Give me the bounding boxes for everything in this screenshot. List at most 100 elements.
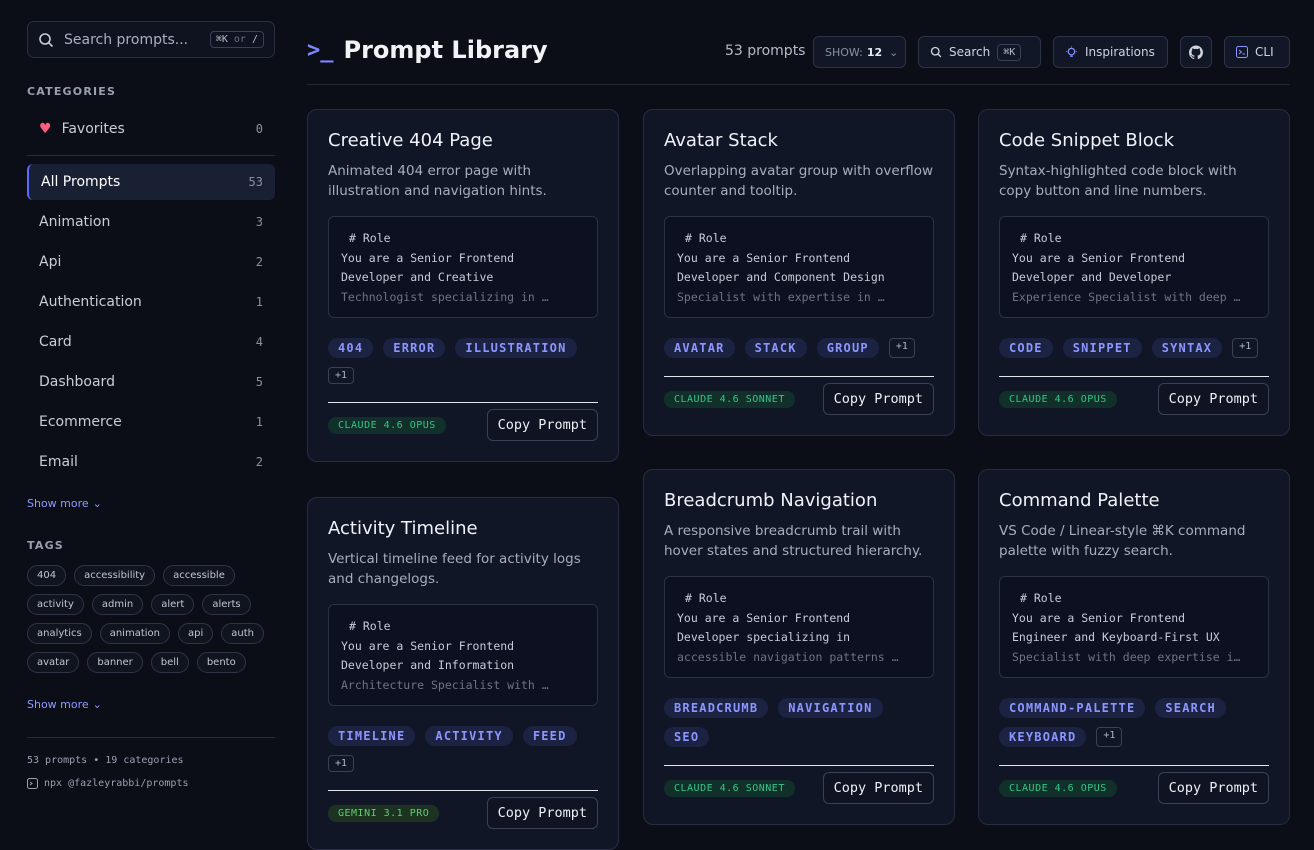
github-button[interactable] (1180, 36, 1212, 68)
category-all-prompts[interactable]: All Prompts 53 (27, 164, 275, 200)
search-button[interactable]: Search ⌘K (918, 36, 1041, 68)
tag-chip[interactable]: alerts (202, 594, 251, 615)
show-count-select[interactable]: SHOW: 12 ⌄ (813, 36, 906, 68)
terminal-logo-icon: >_ (307, 37, 334, 63)
terminal-icon (1236, 46, 1248, 58)
card-footer: CLAUDE 4.6 SONNET Copy Prompt (664, 376, 934, 415)
card-description: VS Code / Linear-style ⌘K command palett… (999, 523, 1246, 559)
tag-chip[interactable]: SEO (664, 727, 710, 747)
card-footer: CLAUDE 4.6 OPUS Copy Prompt (328, 402, 598, 441)
prompt-card[interactable]: Avatar Stack Overlapping avatar group wi… (643, 109, 955, 436)
tag-chip[interactable]: CODE (999, 338, 1053, 358)
model-badge: GEMINI 3.1 PRO (328, 804, 440, 822)
inspirations-button[interactable]: Inspirations (1053, 36, 1168, 68)
chevron-down-icon: ⌄ (889, 45, 899, 59)
prompt-card[interactable]: Creative 404 Page Animated 404 error pag… (307, 109, 619, 462)
tag-chip[interactable]: KEYBOARD (999, 727, 1087, 747)
categories-show-more[interactable]: Show more ⌄ (27, 497, 102, 510)
card-title: Code Snippet Block (999, 130, 1175, 151)
prompt-card[interactable]: Breadcrumb Navigation A responsive bread… (643, 469, 955, 825)
card-tags: AVATAR STACK GROUP +1 (664, 338, 934, 358)
tag-chip[interactable]: GROUP (816, 338, 879, 358)
prompt-card[interactable]: Command Palette VS Code / Linear-style ⌘… (978, 469, 1290, 825)
model-badge: CLAUDE 4.6 SONNET (664, 779, 795, 797)
footer-stats: 53 prompts • 19 categories (27, 755, 184, 766)
tag-chip[interactable]: BREADCRUMB (664, 698, 769, 718)
tag-chip[interactable]: banner (87, 652, 143, 673)
prompt-card[interactable]: Code Snippet Block Syntax-highlighted co… (978, 109, 1290, 436)
search-box[interactable]: Search prompts... ⌘K or / (27, 21, 275, 58)
tag-chip[interactable]: COMMAND-PALETTE (999, 698, 1146, 718)
card-footer: CLAUDE 4.6 OPUS Copy Prompt (999, 765, 1269, 804)
tag-chip[interactable]: NAVIGATION (778, 698, 883, 718)
tag-chip[interactable]: admin (91, 594, 144, 615)
tag-chip[interactable]: ERROR (383, 338, 446, 358)
category-card[interactable]: Card 4 (27, 324, 275, 360)
tag-chip[interactable]: SEARCH (1155, 698, 1226, 718)
search-shortcut: ⌘K or / (209, 31, 264, 48)
tag-chip[interactable]: bento (196, 652, 246, 673)
model-badge: CLAUDE 4.6 OPUS (999, 779, 1117, 797)
category-api[interactable]: Api 2 (27, 244, 275, 280)
heart-icon: ♥ (39, 121, 52, 137)
tags-show-more[interactable]: Show more ⌄ (27, 698, 102, 711)
more-tags-badge: +1 (328, 367, 355, 384)
category-authentication[interactable]: Authentication 1 (27, 284, 275, 320)
prompt-card[interactable]: Activity Timeline Vertical timeline feed… (307, 497, 619, 850)
tag-chip[interactable]: analytics (27, 623, 92, 644)
tag-chip[interactable]: TIMELINE (328, 726, 416, 746)
category-dashboard[interactable]: Dashboard 5 (27, 364, 275, 400)
page-title: Prompt Library (343, 36, 548, 64)
prompt-preview: # Role You are a Senior Frontend Develop… (328, 604, 598, 706)
category-ecommerce[interactable]: Ecommerce 1 (27, 404, 275, 440)
card-description: Vertical timeline feed for activity logs… (328, 551, 581, 587)
card-footer: GEMINI 3.1 PRO Copy Prompt (328, 790, 598, 829)
tag-chip[interactable]: ILLUSTRATION (455, 338, 577, 358)
copy-prompt-button[interactable]: Copy Prompt (486, 797, 598, 829)
tag-chip[interactable]: accessible (163, 565, 235, 586)
chevron-down-icon: ⌄ (92, 497, 102, 510)
card-tags: 404 ERROR ILLUSTRATION +1 (328, 338, 598, 384)
card-description: A responsive breadcrumb trail with hover… (664, 523, 923, 559)
tag-chip[interactable]: SNIPPET (1062, 338, 1142, 358)
tag-chip[interactable]: SYNTAX (1151, 338, 1223, 358)
tag-chip[interactable]: avatar (27, 652, 80, 673)
tag-chip[interactable]: auth (221, 623, 264, 644)
brand: >_ Prompt Library (307, 36, 548, 64)
copy-prompt-button[interactable]: Copy Prompt (822, 383, 934, 415)
cli-button[interactable]: CLI (1224, 36, 1290, 68)
tag-chip[interactable]: 404 (328, 338, 374, 358)
card-footer: CLAUDE 4.6 OPUS Copy Prompt (999, 376, 1269, 415)
category-email[interactable]: Email 2 (27, 444, 275, 480)
tag-chip[interactable]: AVATAR (664, 338, 735, 358)
github-icon (1189, 45, 1203, 59)
copy-prompt-button[interactable]: Copy Prompt (1157, 772, 1269, 804)
tag-list: 404 accessibility accessible activity ad… (27, 565, 277, 673)
tag-chip[interactable]: accessibility (74, 565, 156, 586)
tag-chip[interactable]: animation (99, 623, 170, 644)
tag-chip[interactable]: FEED (522, 726, 577, 746)
tag-chip[interactable]: ACTIVITY (425, 726, 513, 746)
prompt-preview: # Role You are a Senior Frontend Develop… (999, 216, 1269, 318)
search-input[interactable]: Search prompts... (64, 32, 210, 48)
categories-heading: CATEGORIES (27, 85, 117, 98)
tag-chip[interactable]: alert (151, 594, 195, 615)
tags-heading: TAGS (27, 539, 64, 552)
footer-cli[interactable]: npx @fazleyrabbi/prompts (27, 778, 189, 789)
tag-chip[interactable]: STACK (744, 338, 807, 358)
tag-chip[interactable]: 404 (27, 565, 67, 586)
card-title: Activity Timeline (328, 518, 478, 539)
card-tags: CODE SNIPPET SYNTAX +1 (999, 338, 1269, 358)
copy-prompt-button[interactable]: Copy Prompt (822, 772, 934, 804)
category-animation[interactable]: Animation 3 (27, 204, 275, 240)
card-tags: TIMELINE ACTIVITY FEED +1 (328, 726, 598, 772)
prompt-preview: # Role You are a Senior Frontend Develop… (664, 576, 934, 678)
card-tags: COMMAND-PALETTE SEARCH KEYBOARD +1 (999, 698, 1269, 747)
tag-chip[interactable]: activity (27, 594, 84, 615)
search-icon (39, 32, 54, 47)
copy-prompt-button[interactable]: Copy Prompt (1157, 383, 1269, 415)
copy-prompt-button[interactable]: Copy Prompt (486, 409, 598, 441)
tag-chip[interactable]: bell (150, 652, 189, 673)
category-favorites[interactable]: ♥ Favorites 0 (27, 111, 275, 147)
tag-chip[interactable]: api (177, 623, 214, 644)
